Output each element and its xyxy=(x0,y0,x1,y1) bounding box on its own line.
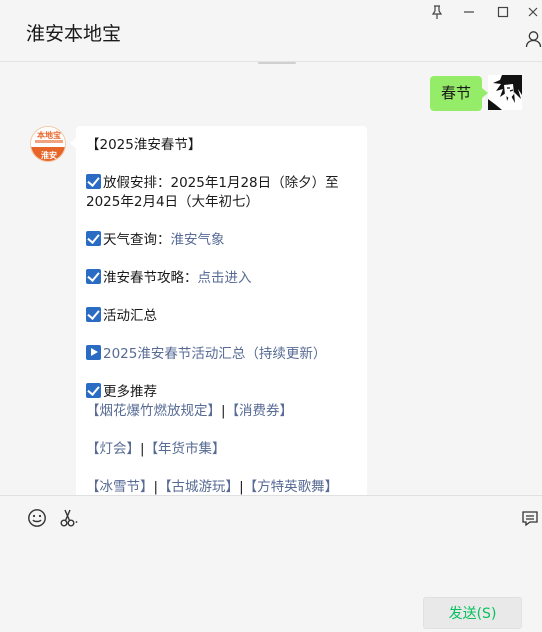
activities-label: 活动汇总 xyxy=(103,308,157,324)
weather-link[interactable]: 淮安气象 xyxy=(171,232,225,248)
guide-line: 淮安春节攻略：点击进入 xyxy=(86,269,357,288)
market-link[interactable]: 【年货市集】 xyxy=(145,441,226,457)
ancient-city-link[interactable]: 【古城游玩】 xyxy=(158,479,239,495)
lantern-link[interactable]: 【灯会】 xyxy=(86,441,140,457)
avatar-top-text: 本地宝 xyxy=(37,131,61,140)
weather-line: 天气查询：淮安气象 xyxy=(86,231,357,250)
scissors-icon[interactable] xyxy=(59,508,79,528)
fantawild-dance-link[interactable]: 【方特英歌舞】 xyxy=(244,479,339,495)
user-icon[interactable] xyxy=(525,30,542,48)
their-message-bubble: 【2025淮安春节】 放假安排：2025年1月28日（除夕）至 2025年2月4… xyxy=(70,126,367,495)
their-avatar[interactable]: 本地宝 淮安 xyxy=(30,126,66,162)
my-message-bubble[interactable]: 春节 xyxy=(430,76,489,111)
message-title: 【2025淮安春节】 xyxy=(86,137,202,153)
close-icon[interactable] xyxy=(525,4,541,20)
check-icon xyxy=(86,231,101,246)
input-area[interactable]: 发送(S) xyxy=(0,495,542,632)
guide-label: 淮安春节攻略： xyxy=(103,270,198,286)
chat-area: 春节 本地宝 淮安 【2025淮安春节】 放假安排：2025年1月28日（除夕）… xyxy=(0,63,542,495)
check-icon xyxy=(86,269,101,284)
wechat-window: 淮安本地宝 春节 本地宝 淮安 【2025淮安春节】 放假安排：2025年1月2… xyxy=(0,0,542,632)
recommend-row-3: 【冰雪节】|【古城游玩】|【方特英歌舞】 xyxy=(86,478,357,495)
recommend-row-2: 【灯会】|【年货市集】 xyxy=(86,440,357,459)
my-avatar[interactable] xyxy=(488,75,522,110)
weather-label: 天气查询： xyxy=(103,232,171,248)
play-icon xyxy=(86,345,101,360)
guide-link[interactable]: 点击进入 xyxy=(198,270,252,286)
coupon-link[interactable]: 【消费券】 xyxy=(226,403,294,419)
check-icon xyxy=(86,383,101,398)
activities-link-line: 2025淮安春节活动汇总（持续更新） xyxy=(86,345,357,364)
more-label: 更多推荐 xyxy=(103,384,157,400)
activities-line: 活动汇总 xyxy=(86,307,357,326)
holiday-line: 放假安排：2025年1月28日（除夕）至 xyxy=(86,174,357,193)
emoji-icon[interactable] xyxy=(27,508,47,528)
send-button[interactable]: 发送(S) xyxy=(423,597,522,629)
chat-history-icon[interactable] xyxy=(520,508,540,528)
chat-title: 淮安本地宝 xyxy=(26,23,122,45)
recommend-row-1: 【烟花爆竹燃放规定】|【消费券】 xyxy=(86,402,357,421)
pin-icon[interactable] xyxy=(429,4,445,20)
check-icon xyxy=(86,174,101,189)
title-bar: 淮安本地宝 xyxy=(0,0,542,62)
holiday-label: 放假安排： xyxy=(103,175,171,191)
check-icon xyxy=(86,307,101,322)
holiday-text-2: 2025年2月4日（大年初七） xyxy=(86,194,260,210)
holiday-text-1: 2025年1月28日（除夕）至 xyxy=(170,175,339,191)
activities-link[interactable]: 2025淮安春节活动汇总（持续更新） xyxy=(103,346,326,362)
ice-festival-link[interactable]: 【冰雪节】 xyxy=(86,479,154,495)
more-line: 更多推荐 xyxy=(86,383,357,402)
maximize-icon[interactable] xyxy=(495,4,511,20)
avatar-bottom-text: 淮安 xyxy=(41,151,57,160)
minimize-icon[interactable] xyxy=(461,4,477,20)
fireworks-link[interactable]: 【烟花爆竹燃放规定】 xyxy=(86,403,221,419)
